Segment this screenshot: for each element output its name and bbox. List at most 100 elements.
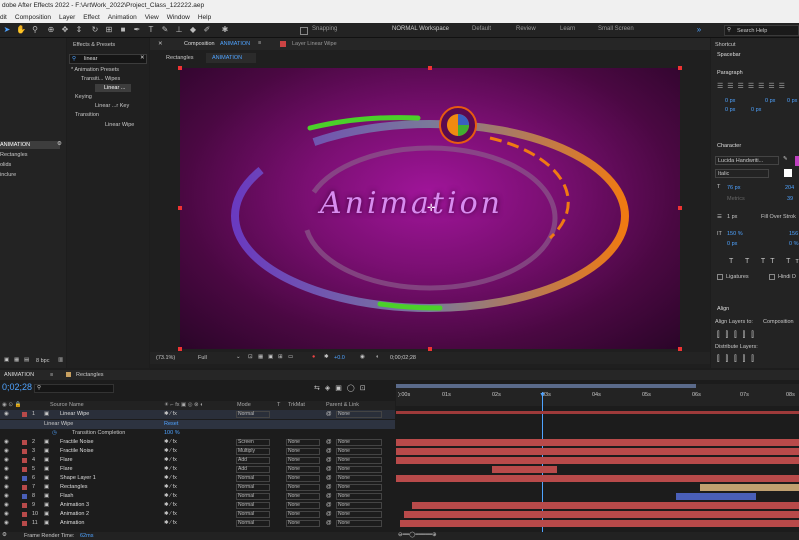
trkmat-dropdown[interactable]: None [286,502,320,509]
workspace-small-screen[interactable]: Small Screen [598,26,634,32]
snapping-checkbox[interactable] [300,27,308,35]
layer-row[interactable]: ◉ 6 ▣ Shape Layer 1 ✱ ⁄ fx Normal None @ None [0,474,395,483]
paragraph-align-icons[interactable]: ☰☰☰☰☰☰☰ [717,82,789,90]
visibility-icon[interactable]: ◉ [4,447,9,456]
clear-search-icon[interactable]: ✕ [140,55,145,61]
layer-switches[interactable]: ✱ ⁄ fx [164,465,177,474]
parent-dropdown[interactable]: None [336,475,382,482]
pickwhip-icon[interactable]: @ [326,465,332,474]
layer-name[interactable]: Linear Wipe [60,410,89,419]
animation-text-layer[interactable]: Animation [320,186,503,221]
align-to-dropdown[interactable]: Composition [763,319,794,325]
layer-name[interactable]: Flare [60,456,73,465]
region-icon[interactable]: ⊡ [248,354,253,360]
tree-transitions-wipes[interactable]: Transiti... Wipes [81,76,120,82]
exposure-icon[interactable]: ✱ [324,354,329,360]
baseline-shift-value[interactable]: 0 px [727,241,737,247]
parent-dropdown[interactable]: None [336,511,382,518]
workspace-menu-icon[interactable]: » [694,25,704,35]
pickwhip-icon[interactable]: @ [326,474,332,483]
reset-link[interactable]: Reset [164,420,178,429]
visibility-icon[interactable]: ◉ [4,410,9,419]
playhead-handle-icon[interactable]: ▼ [539,392,546,399]
layer-duration-bar[interactable] [492,466,557,473]
zoom-tool-icon[interactable]: ⚲ [30,25,40,35]
folder-icon[interactable]: ▦ [14,357,19,363]
chevron-down-icon[interactable]: ⌄ [236,354,241,360]
pickwhip-icon[interactable]: @ [326,447,332,456]
effect-row[interactable]: Linear Wipe Reset [0,420,395,429]
close-tab-icon[interactable]: ✕ [158,41,163,47]
visibility-icon[interactable]: ◉ [4,492,9,501]
handle-mr[interactable] [678,206,682,210]
label-color-swatch[interactable] [22,512,27,517]
layer-duration-bar[interactable] [700,484,799,491]
parent-dropdown[interactable]: None [336,411,382,418]
layer-row[interactable]: ◉ 3 ▣ Fractile Noise ✱ ⁄ fx Multiply None @ None [0,447,395,456]
tree-linear-color-key[interactable]: Linear ...r Key [95,103,129,109]
tree-transition[interactable]: Transition [75,112,99,118]
mode-dropdown[interactable]: Normal [236,484,270,491]
label-color-swatch[interactable] [22,440,27,445]
rectangle-tool-icon[interactable]: ■ [118,25,128,35]
property-row[interactable]: ◷ Transition Completion 100 % [0,429,395,438]
layer-switches[interactable]: ✱ ⁄ fx [164,456,177,465]
project-item-solids[interactable]: olids [0,162,11,168]
layer-switches[interactable]: ✱ ⁄ fx [164,410,177,419]
timeline-switch-icons[interactable]: ⇆◈▣◯⊡ [314,384,371,392]
layer-duration-bar[interactable] [396,457,799,464]
visibility-icon[interactable]: ◉ [4,465,9,474]
exposure-value[interactable]: +0.0 [334,355,345,361]
breadcrumb-rectangles[interactable]: Rectangles [166,55,194,61]
menu-view[interactable]: View [145,12,159,23]
layer-row[interactable]: ◉ 7 ▣ Rectangles ✱ ⁄ fx Normal None @ None [0,483,395,492]
trkmat-header[interactable]: TrkMat [288,401,305,410]
mask-icon[interactable]: ▣ [268,354,273,360]
guides-icon[interactable]: ⊞ [278,354,283,360]
pickwhip-icon[interactable]: @ [326,519,332,528]
label-color-swatch[interactable] [22,494,27,499]
menu-help[interactable]: Help [198,12,211,23]
handle-ml[interactable] [178,206,182,210]
label-color-swatch[interactable] [22,476,27,481]
tree-keying[interactable]: Keying [75,94,92,100]
text-style-buttons[interactable]: T T TT Tт T¹ [729,258,799,265]
parent-dropdown[interactable]: None [336,439,382,446]
paragraph-panel-title[interactable]: Paragraph [717,70,743,76]
font-size-value[interactable]: 76 px [727,185,740,191]
label-color-swatch[interactable] [22,467,27,472]
mode-dropdown[interactable]: Multiply [236,448,270,455]
tree-linear-wipe-preset[interactable]: Linear ... [104,85,125,91]
layer-switches[interactable]: ✱ ⁄ fx [164,501,177,510]
layer-name[interactable]: Fractile Noise [60,438,94,447]
tracking-value[interactable]: 39 [787,196,793,202]
label-color-swatch[interactable] [22,458,27,463]
visibility-icon[interactable]: ◉ [4,438,9,447]
menu-window[interactable]: Window [167,12,190,23]
mode-dropdown[interactable]: Normal [236,411,270,418]
layer-duration-bar[interactable] [412,502,799,509]
panel-menu-icon[interactable]: ≡ [258,40,261,46]
selection-tool-icon[interactable]: ➤ [2,25,12,35]
show-snapshot-icon[interactable]: ◐ [376,354,379,360]
trkmat-dropdown[interactable]: None [286,520,320,527]
project-item-animation[interactable]: ANIMATION [0,142,30,148]
layer-switches[interactable]: ✱ ⁄ fx [164,474,177,483]
visibility-icon[interactable]: ◉ [4,501,9,510]
time-ruler[interactable]: ):00s 01s 02s 03s 04s 05s 06s 07s 08s [396,384,799,406]
layer-duration-bar[interactable] [396,439,799,446]
timeline-tab-rectangles[interactable]: Rectangles [76,372,104,378]
panel-menu-icon[interactable]: ≡ [50,372,53,378]
hand-tool-icon[interactable]: ✋ [16,25,26,35]
pickwhip-icon[interactable]: @ [326,510,332,519]
label-color-swatch[interactable] [22,521,27,526]
trkmat-dropdown[interactable]: None [286,457,320,464]
handle-tl[interactable] [178,66,182,70]
layer-duration-bar[interactable] [404,511,799,518]
layer-row[interactable]: ◉ 1 ▣ Linear Wipe ✱ ⁄ fx Normal @ None [0,410,395,419]
leading-value[interactable]: 204 [785,185,794,191]
mode-dropdown[interactable]: Add [236,466,270,473]
visibility-icon[interactable]: ◉ [4,456,9,465]
stopwatch-icon[interactable]: ◷ [52,429,57,438]
layer-name[interactable]: Shape Layer 1 [60,474,96,483]
